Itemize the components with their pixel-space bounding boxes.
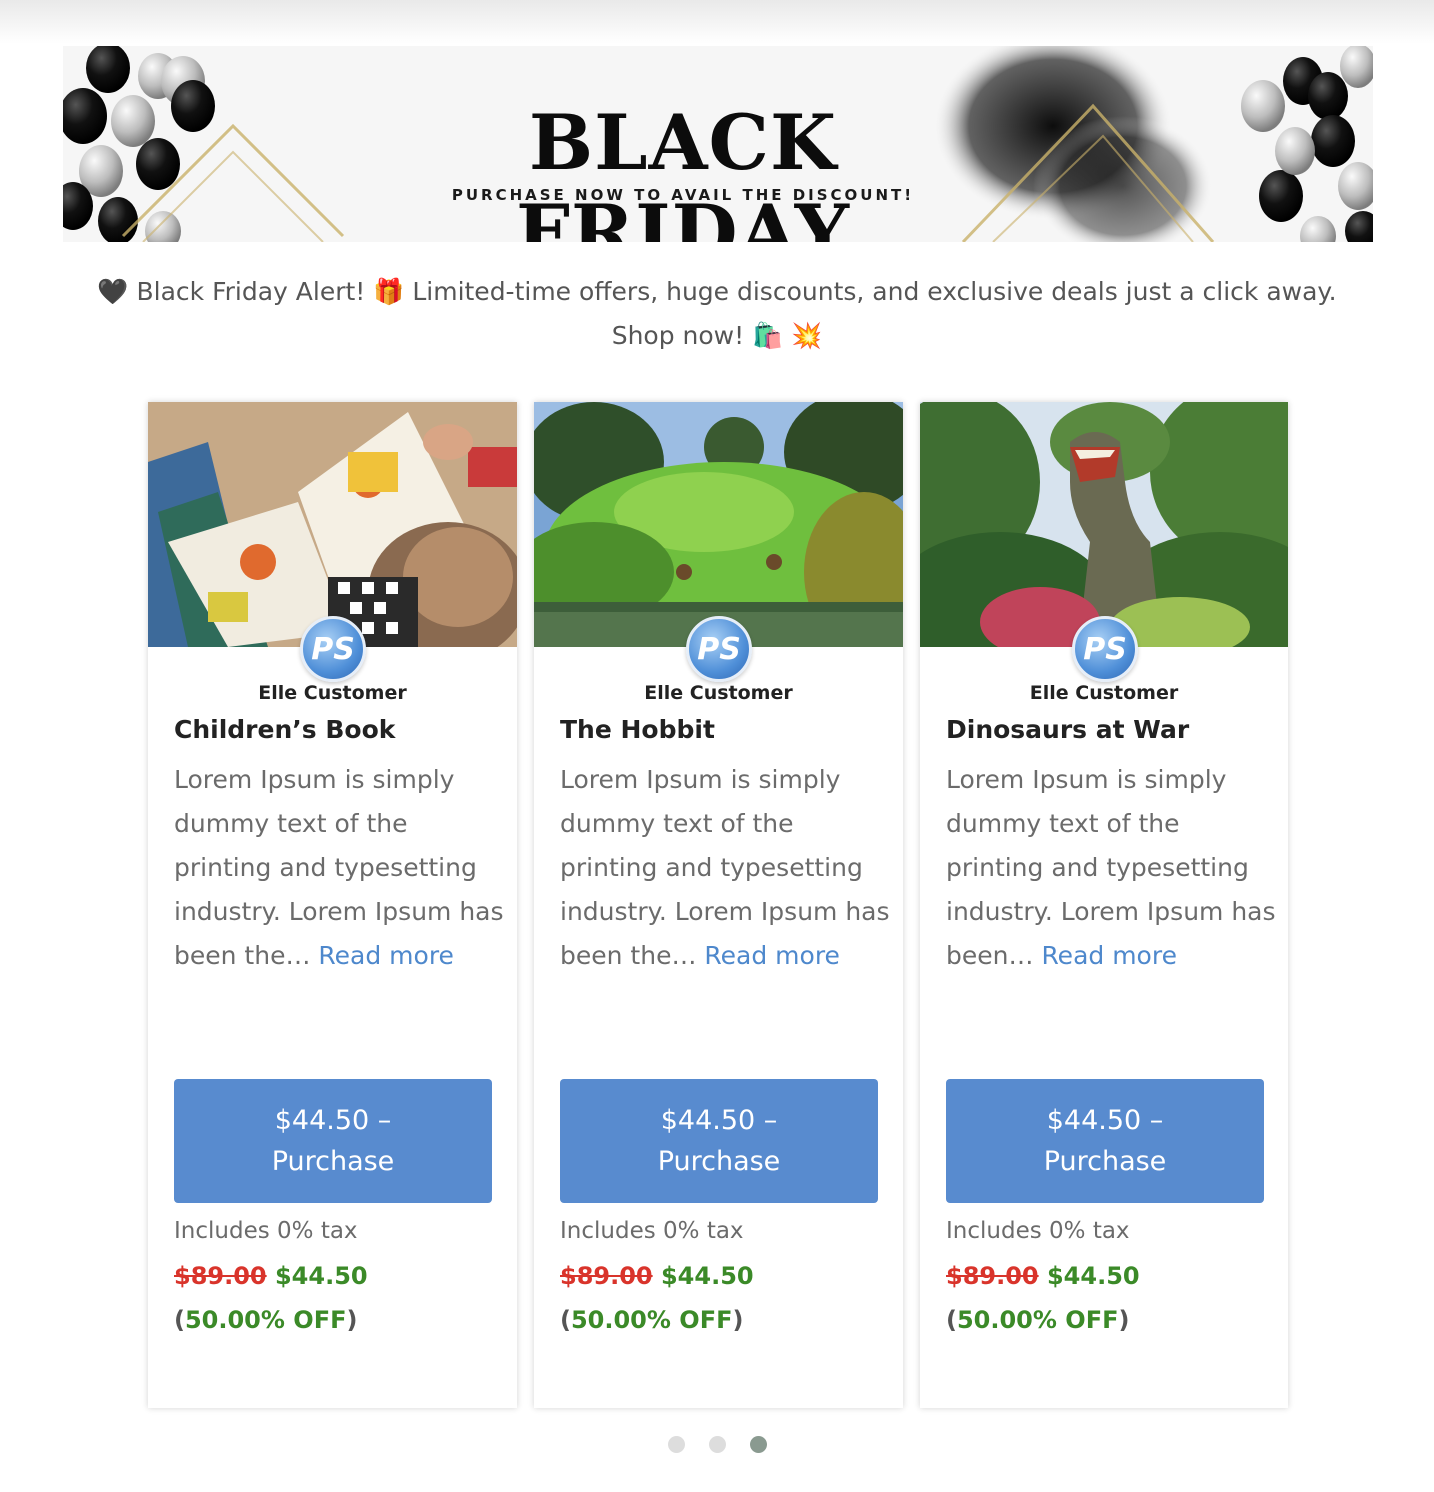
- product-card: PS Elle Customer Dinosaurs at War Lorem …: [920, 402, 1288, 1408]
- author-avatar[interactable]: PS: [686, 616, 752, 682]
- tax-note: Includes 0% tax: [560, 1218, 744, 1244]
- discount-close: ): [732, 1306, 744, 1334]
- product-card: PS Elle Customer The Hobbit Lorem Ipsum …: [534, 402, 903, 1408]
- purchase-price: $44.50 –: [1046, 1105, 1164, 1136]
- purchase-price: $44.50 –: [274, 1105, 392, 1136]
- product-description: Lorem Ipsum is simply dummy text of the …: [174, 758, 504, 978]
- children-reading-book-image[interactable]: [148, 402, 517, 647]
- original-price: $89.00: [174, 1262, 267, 1290]
- purchase-button[interactable]: $44.50 – Purchase: [560, 1079, 878, 1203]
- purchase-button[interactable]: $44.50 – Purchase: [174, 1079, 492, 1203]
- carousel-dot-3[interactable]: [750, 1436, 767, 1453]
- description-text: Lorem Ipsum is simply dummy text of the …: [560, 765, 890, 970]
- author-avatar[interactable]: PS: [300, 616, 366, 682]
- read-more-link[interactable]: Read more: [704, 941, 840, 970]
- original-price: $89.00: [946, 1262, 1039, 1290]
- product-card: PS Elle Customer Children’s Book Lorem I…: [148, 402, 517, 1408]
- dinosaur-statue-image[interactable]: [920, 402, 1288, 647]
- discount-open: (: [174, 1306, 185, 1334]
- banner-title: BLACK FRIDAY: [515, 98, 850, 242]
- discount-percent: 50.00% OFF: [570, 1306, 733, 1334]
- price-block: $89.00 $44.50 (50.00% OFF): [174, 1254, 504, 1342]
- author-avatar[interactable]: PS: [1072, 616, 1138, 682]
- carousel-pagination: [668, 1436, 767, 1453]
- discount-close: ): [1118, 1306, 1130, 1334]
- sale-price: $44.50: [1046, 1262, 1140, 1290]
- tax-note: Includes 0% tax: [946, 1218, 1130, 1244]
- read-more-link[interactable]: Read more: [318, 941, 454, 970]
- black-friday-banner[interactable]: BLACK FRIDAY PURCHASE NOW TO AVAIL THE D…: [63, 46, 1373, 242]
- purchase-button[interactable]: $44.50 – Purchase: [946, 1079, 1264, 1203]
- discount-percent: 50.00% OFF: [956, 1306, 1119, 1334]
- discount-close: ): [346, 1306, 358, 1334]
- product-description: Lorem Ipsum is simply dummy text of the …: [560, 758, 890, 978]
- author-name[interactable]: Elle Customer: [920, 682, 1288, 704]
- price-block: $89.00 $44.50 (50.00% OFF): [560, 1254, 890, 1342]
- product-title[interactable]: The Hobbit: [560, 715, 890, 744]
- purchase-label: Purchase: [1043, 1146, 1167, 1177]
- discount-percent: 50.00% OFF: [184, 1306, 347, 1334]
- carousel-dot-1[interactable]: [668, 1436, 685, 1453]
- author-name[interactable]: Elle Customer: [534, 682, 903, 704]
- product-description: Lorem Ipsum is simply dummy text of the …: [946, 758, 1276, 978]
- purchase-label: Purchase: [657, 1146, 781, 1177]
- tax-note: Includes 0% tax: [174, 1218, 358, 1244]
- promo-alert-text: 🖤 Black Friday Alert! 🎁 Limited-time off…: [97, 277, 1337, 350]
- purchase-price: $44.50 –: [660, 1105, 778, 1136]
- carousel-dot-2[interactable]: [709, 1436, 726, 1453]
- hobbit-hill-landscape-image[interactable]: [534, 402, 903, 647]
- banner-subtitle: PURCHASE NOW TO AVAIL THE DISCOUNT!: [451, 186, 915, 204]
- author-name[interactable]: Elle Customer: [148, 682, 517, 704]
- description-text: Lorem Ipsum is simply dummy text of the …: [946, 765, 1276, 970]
- original-price: $89.00: [560, 1262, 653, 1290]
- price-block: $89.00 $44.50 (50.00% OFF): [946, 1254, 1276, 1342]
- product-title[interactable]: Dinosaurs at War: [946, 715, 1276, 744]
- description-text: Lorem Ipsum is simply dummy text of the …: [174, 765, 504, 970]
- read-more-link[interactable]: Read more: [1041, 941, 1177, 970]
- sale-price: $44.50: [274, 1262, 368, 1290]
- header-shadow: [0, 0, 1434, 44]
- discount-open: (: [560, 1306, 571, 1334]
- sale-price: $44.50: [660, 1262, 754, 1290]
- discount-open: (: [946, 1306, 957, 1334]
- purchase-label: Purchase: [271, 1146, 395, 1177]
- product-title[interactable]: Children’s Book: [174, 715, 504, 744]
